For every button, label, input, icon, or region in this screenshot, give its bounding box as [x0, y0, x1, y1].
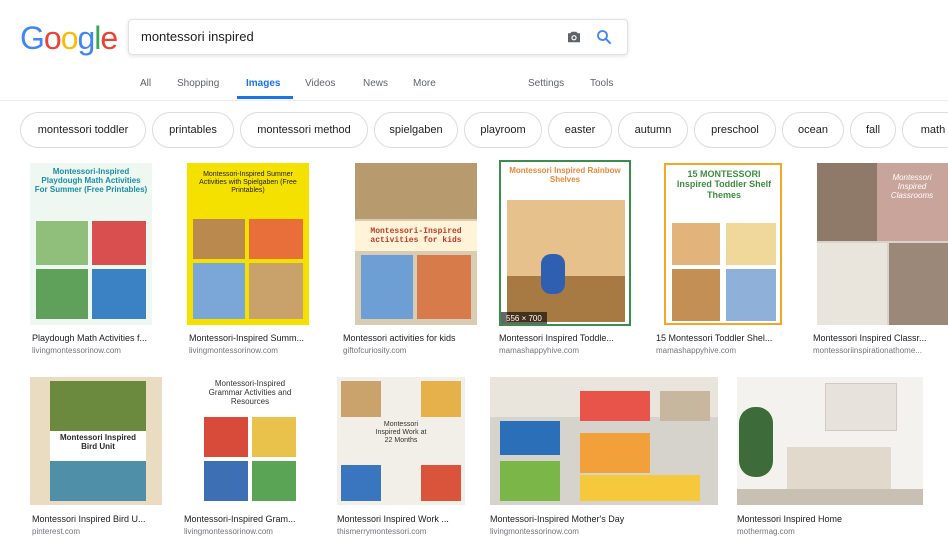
tab-settings[interactable]: Settings [528, 78, 564, 89]
logo-letter: o [43, 20, 62, 56]
chip[interactable]: easter [548, 112, 612, 148]
result-thumbnail[interactable]: Montessori-Inspired Playdough Math Activ… [30, 163, 152, 325]
chip[interactable]: montessori toddler [20, 112, 146, 148]
result-source[interactable]: pinterest.com [32, 527, 170, 536]
chip[interactable]: montessori method [240, 112, 368, 148]
chip[interactable]: ocean [782, 112, 844, 148]
chip[interactable]: printables [152, 112, 234, 148]
image-result[interactable]: Montessori-Inspired Summer Activities wi… [187, 163, 319, 363]
chip[interactable]: fall [850, 112, 896, 148]
tab-news[interactable]: News [363, 78, 388, 89]
thumbnail-title: Montessori Inspired Work at 22 Months [375, 421, 427, 445]
logo-letter: e [100, 20, 118, 56]
result-title[interactable]: Montessori-Inspired Summ... [189, 333, 319, 343]
image-result[interactable]: 15 MONTESSORI Inspired Toddler Shelf The… [656, 163, 796, 363]
result-source[interactable]: mamashappyhive.com [656, 346, 796, 355]
chip[interactable]: math [902, 112, 948, 148]
chip[interactable]: playroom [464, 112, 542, 148]
search-box[interactable] [128, 19, 628, 55]
tab-all[interactable]: All [140, 78, 151, 89]
chip[interactable]: spielgaben [374, 112, 458, 148]
result-thumbnail[interactable]: Montessori-Inspired Grammar Activities a… [184, 377, 316, 505]
image-result[interactable]: Montessori Inspired Classrooms Montessor… [813, 163, 948, 363]
search-input[interactable] [139, 28, 523, 45]
result-thumbnail[interactable]: Montessori Inspired Rainbow Shelves 556 … [499, 160, 631, 326]
result-thumbnail[interactable]: 15 MONTESSORI Inspired Toddler Shelf The… [664, 163, 782, 325]
thumbnail-title: Montessori-Inspired activities for kids [370, 227, 462, 246]
image-result[interactable]: Montessori Inspired Bird Unit Montessori… [30, 377, 170, 539]
tab-tools[interactable]: Tools [590, 78, 613, 89]
thumbnail-title: Montessori Inspired Rainbow Shelves [509, 166, 621, 185]
magnifier-icon[interactable] [595, 28, 613, 46]
image-result[interactable]: Montessori-Inspired Grammar Activities a… [184, 377, 324, 539]
result-title[interactable]: Montessori-Inspired Gram... [184, 514, 324, 524]
tab-more[interactable]: More [413, 78, 436, 89]
result-source[interactable]: livingmontessorinow.com [490, 527, 722, 536]
logo-letter: o [60, 20, 79, 56]
tab-images[interactable]: Images [246, 78, 280, 89]
result-source[interactable]: livingmontessorinow.com [32, 346, 162, 355]
thumbnail-title: 15 MONTESSORI Inspired Toddler Shelf The… [676, 169, 772, 200]
result-source[interactable]: mamashappyhive.com [499, 346, 639, 355]
thumbnail-title: Montessori-Inspired Summer Activities wi… [199, 171, 297, 195]
thumbnail-title: Montessori Inspired Bird Unit [59, 433, 136, 452]
result-title[interactable]: Montessori activities for kids [343, 333, 483, 343]
thumbnail-title: Montessori-Inspired Playdough Math Activ… [34, 167, 148, 195]
result-thumbnail[interactable]: Montessori Inspired Bird Unit [30, 377, 162, 505]
result-source[interactable]: livingmontessorinow.com [184, 527, 324, 536]
image-dimensions-badge: 556 × 700 [501, 312, 547, 324]
result-source[interactable]: mothermag.com [737, 527, 927, 536]
image-result[interactable]: Montessori Inspired Work at 22 Months Mo… [337, 377, 477, 539]
result-thumbnail[interactable]: Montessori-Inspired activities for kids [355, 163, 477, 325]
active-tab-indicator [237, 96, 293, 99]
result-title[interactable]: Montessori Inspired Classr... [813, 333, 948, 343]
result-source[interactable]: giftofcuriosity.com [343, 346, 483, 355]
result-thumbnail[interactable]: Montessori Inspired Classrooms [817, 163, 948, 325]
result-thumbnail[interactable]: Montessori-Inspired Summer Activities wi… [187, 163, 309, 325]
tab-shopping[interactable]: Shopping [177, 78, 219, 89]
result-title[interactable]: 15 Montessori Toddler Shel... [656, 333, 796, 343]
result-thumbnail[interactable] [737, 377, 923, 505]
tab-videos[interactable]: Videos [305, 78, 335, 89]
result-title[interactable]: Montessori-Inspired Mother's Day [490, 514, 722, 524]
image-result[interactable]: Montessori-Inspired activities for kids … [343, 163, 483, 363]
result-source[interactable]: livingmontessorinow.com [189, 346, 319, 355]
camera-icon[interactable] [565, 28, 583, 46]
image-result[interactable]: Montessori Inspired Home mothermag.com [737, 377, 927, 539]
logo-letter: g [77, 20, 95, 56]
result-title[interactable]: Montessori Inspired Work ... [337, 514, 477, 524]
result-title[interactable]: Montessori Inspired Toddle... [499, 333, 639, 343]
thumbnail-title: Montessori Inspired Classrooms [890, 173, 934, 201]
thumbnail-title: Montessori-Inspired Grammar Activities a… [208, 379, 292, 407]
result-thumbnail[interactable] [490, 377, 718, 505]
result-title[interactable]: Montessori Inspired Home [737, 514, 927, 524]
image-result[interactable]: Montessori Inspired Rainbow Shelves 556 … [499, 160, 639, 363]
result-thumbnail[interactable]: Montessori Inspired Work at 22 Months [337, 377, 465, 505]
image-result[interactable]: Montessori-Inspired Playdough Math Activ… [30, 163, 162, 363]
result-title[interactable]: Playdough Math Activities f... [32, 333, 162, 343]
image-result[interactable]: Montessori-Inspired Mother's Day livingm… [490, 377, 722, 539]
result-source[interactable]: thismerrymontessori.com [337, 527, 477, 536]
result-title[interactable]: Montessori Inspired Bird U... [32, 514, 170, 524]
google-logo[interactable]: Google [20, 20, 118, 57]
chip[interactable]: preschool [694, 112, 776, 148]
chip[interactable]: autumn [618, 112, 688, 148]
result-source[interactable]: montessoriinspirationathome... [813, 346, 948, 355]
search-tabs: All Shopping Images Videos News More Set… [0, 72, 948, 101]
logo-letter: G [20, 20, 45, 56]
